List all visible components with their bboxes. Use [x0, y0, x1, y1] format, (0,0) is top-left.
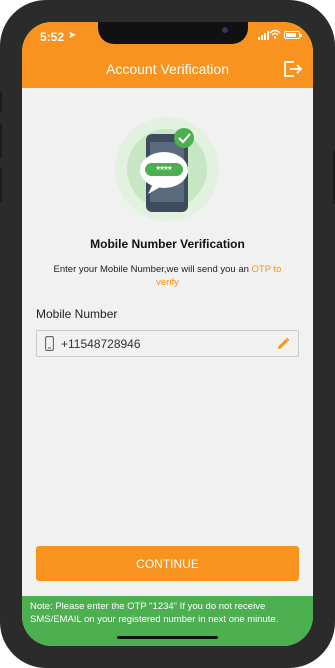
wifi-icon	[269, 29, 281, 39]
otp-illustration: ****	[115, 117, 219, 221]
otp-highlight: OTP	[251, 264, 271, 275]
status-time: 5:52	[40, 30, 65, 44]
front-camera	[222, 27, 228, 33]
verification-heading: Mobile Number Verification	[90, 237, 245, 251]
phone-frame: 5:52 ➤ Account Verification **** Mobile …	[0, 0, 335, 668]
continue-button[interactable]: CONTINUE	[36, 546, 299, 581]
logout-icon[interactable]	[281, 58, 303, 80]
status-bar: 5:52 ➤	[22, 22, 313, 50]
location-arrow-icon: ➤	[68, 30, 77, 41]
app-header: Account Verification	[22, 50, 313, 88]
camera-notch	[98, 22, 248, 44]
pencil-icon[interactable]	[276, 337, 290, 351]
mute-switch	[0, 92, 2, 112]
mobile-number-label: Mobile Number	[36, 307, 118, 321]
battery-icon	[284, 31, 302, 39]
mobile-number-field[interactable]	[36, 330, 299, 357]
volume-up-button	[0, 124, 2, 158]
home-indicator[interactable]	[117, 636, 218, 639]
mobile-number-input[interactable]	[61, 337, 261, 351]
volume-down-button	[0, 168, 2, 202]
otp-mask-text: ****	[156, 165, 172, 176]
description-text: Enter your Mobile Number,we will send yo…	[53, 264, 252, 275]
page-title: Account Verification	[106, 61, 229, 77]
verification-description: Enter your Mobile Number,we will send yo…	[46, 263, 289, 289]
app-screen: 5:52 ➤ Account Verification **** Mobile …	[22, 22, 313, 646]
phone-icon	[45, 336, 54, 351]
cellular-signal-icon	[258, 31, 269, 40]
